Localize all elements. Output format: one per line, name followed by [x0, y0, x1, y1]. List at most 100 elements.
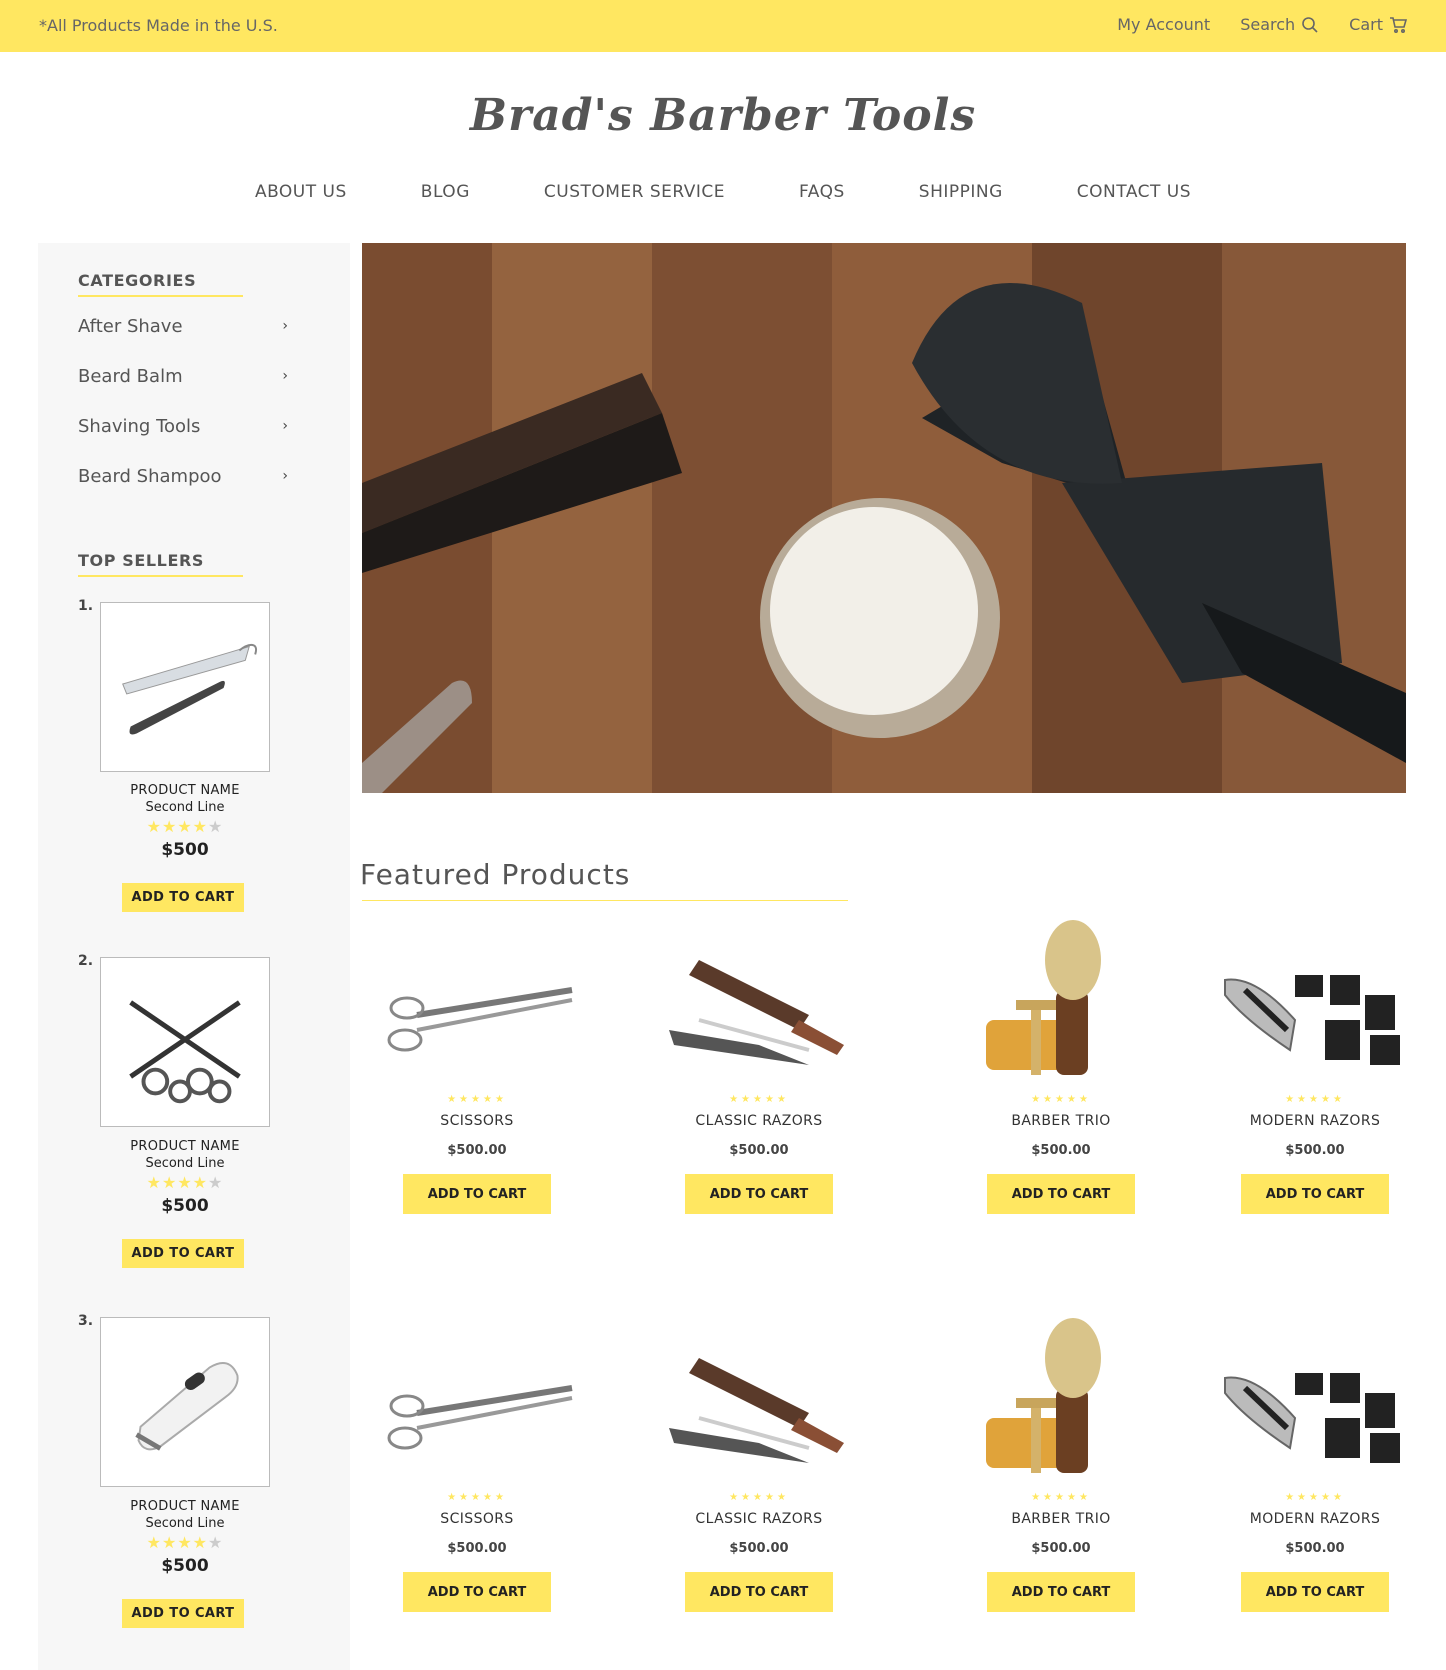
top-sellers-heading: TOP SELLERS: [78, 551, 205, 570]
search-link[interactable]: Search: [1240, 15, 1319, 34]
classic-razor-icon: [669, 960, 844, 1065]
product-rating: ★★★★★: [729, 1492, 789, 1503]
product-card[interactable]: ★★★★★ MODERN RAZORS $500.00 ADD TO CART: [1215, 920, 1415, 1214]
nav-shipping[interactable]: SHIPPING: [919, 182, 1003, 202]
category-label: Beard Shampoo: [78, 466, 222, 487]
product-image[interactable]: [1215, 920, 1415, 1090]
product-name: CLASSIC RAZORS: [695, 1511, 823, 1527]
seller-name: PRODUCT NAME: [130, 783, 240, 798]
seller-rank: 2.: [78, 953, 94, 969]
add-to-cart-button[interactable]: ADD TO CART: [685, 1572, 833, 1612]
add-to-cart-button[interactable]: ADD TO CART: [987, 1174, 1135, 1214]
category-beard-balm[interactable]: Beard Balm ›: [78, 366, 288, 387]
seller-add-to-cart-button[interactable]: ADD TO CART: [122, 883, 244, 912]
product-rating: ★★★★★: [447, 1094, 507, 1105]
product-price: $500.00: [729, 1541, 789, 1556]
product-card[interactable]: ★★★★★ MODERN RAZORS $500.00 ADD TO CART: [1215, 1318, 1415, 1612]
top-links: My Account Search Cart: [1117, 15, 1407, 34]
chevron-right-icon: ›: [282, 468, 288, 484]
product-image[interactable]: [377, 920, 577, 1090]
seller-rating: ★★★★★: [146, 817, 224, 836]
top-sellers-underline: [78, 575, 243, 577]
straight-razor-icon: [122, 644, 258, 735]
nav-faqs[interactable]: FAQS: [799, 182, 845, 202]
product-name: SCISSORS: [440, 1511, 514, 1527]
featured-underline: [362, 900, 848, 901]
product-price: $500.00: [729, 1143, 789, 1158]
clipper-set-icon: [1224, 1373, 1400, 1463]
product-image[interactable]: [961, 1318, 1161, 1488]
product-rating: ★★★★★: [1031, 1492, 1091, 1503]
add-to-cart-button[interactable]: ADD TO CART: [1241, 1174, 1389, 1214]
category-after-shave[interactable]: After Shave ›: [78, 316, 288, 337]
nav-contact-us[interactable]: CONTACT US: [1077, 182, 1191, 202]
seller-image[interactable]: [100, 1317, 270, 1487]
featured-title: Featured Products: [360, 858, 631, 891]
barber-trio-icon: [986, 1318, 1101, 1473]
seller-image[interactable]: [100, 957, 270, 1127]
main-nav: ABOUT US BLOG CUSTOMER SERVICE FAQS SHIP…: [0, 182, 1446, 202]
category-beard-shampoo[interactable]: Beard Shampoo ›: [78, 466, 288, 487]
seller-price: $500: [161, 1556, 209, 1576]
product-image[interactable]: [659, 920, 859, 1090]
hero-banner: [362, 243, 1406, 793]
add-to-cart-button[interactable]: ADD TO CART: [1241, 1572, 1389, 1612]
seller-image[interactable]: [100, 602, 270, 772]
add-to-cart-button[interactable]: ADD TO CART: [403, 1174, 551, 1214]
categories-underline: [78, 295, 243, 297]
seller-second-line: Second Line: [145, 1156, 225, 1171]
product-card[interactable]: ★★★★★ CLASSIC RAZORS $500.00 ADD TO CART: [659, 920, 859, 1214]
seller-add-to-cart-button[interactable]: ADD TO CART: [122, 1599, 244, 1628]
category-label: After Shave: [78, 316, 183, 337]
product-card[interactable]: ★★★★★ BARBER TRIO $500.00 ADD TO CART: [961, 1318, 1161, 1612]
made-in-us-note: *All Products Made in the U.S.: [39, 16, 278, 35]
clipper-set-icon: [1224, 975, 1400, 1065]
seller-price: $500: [161, 840, 209, 860]
category-label: Shaving Tools: [78, 416, 201, 437]
chevron-right-icon: ›: [282, 418, 288, 434]
chevron-right-icon: ›: [282, 318, 288, 334]
product-price: $500.00: [1285, 1143, 1345, 1158]
product-image[interactable]: [659, 1318, 859, 1488]
product-name: CLASSIC RAZORS: [695, 1113, 823, 1129]
seller-second-line: Second Line: [145, 1516, 225, 1531]
seller-rating: ★★★★★: [146, 1173, 224, 1192]
seller-add-to-cart-button[interactable]: ADD TO CART: [122, 1239, 244, 1268]
product-card[interactable]: ★★★★★ BARBER TRIO $500.00 ADD TO CART: [961, 920, 1161, 1214]
scissors-icon: [387, 987, 573, 1052]
electric-shaver-icon: [135, 1361, 239, 1451]
product-rating: ★★★★★: [1285, 1492, 1345, 1503]
add-to-cart-button[interactable]: ADD TO CART: [403, 1572, 551, 1612]
my-account-link[interactable]: My Account: [1117, 15, 1210, 34]
chevron-right-icon: ›: [282, 368, 288, 384]
product-rating: ★★★★★: [1031, 1094, 1091, 1105]
nav-blog[interactable]: BLOG: [421, 182, 470, 202]
product-rating: ★★★★★: [729, 1094, 789, 1105]
seller-rank: 3.: [78, 1313, 94, 1329]
category-shaving-tools[interactable]: Shaving Tools ›: [78, 416, 288, 437]
search-icon: [1302, 16, 1318, 33]
nav-customer-service[interactable]: CUSTOMER SERVICE: [544, 182, 725, 202]
product-price: $500.00: [447, 1541, 507, 1556]
add-to-cart-button[interactable]: ADD TO CART: [987, 1572, 1135, 1612]
product-name: SCISSORS: [440, 1113, 514, 1129]
search-label: Search: [1240, 15, 1296, 34]
product-price: $500.00: [1285, 1541, 1345, 1556]
product-card[interactable]: ★★★★★ SCISSORS $500.00 ADD TO CART: [377, 1318, 577, 1612]
product-card[interactable]: ★★★★★ SCISSORS $500.00 ADD TO CART: [377, 920, 577, 1214]
product-image[interactable]: [377, 1318, 577, 1488]
classic-razor-icon: [669, 1358, 844, 1463]
sidebar: CATEGORIES After Shave › Beard Balm › Shav…: [38, 243, 350, 1670]
site-logo[interactable]: Brad's Barber Tools: [0, 90, 1446, 141]
product-name: BARBER TRIO: [1011, 1113, 1111, 1129]
add-to-cart-button[interactable]: ADD TO CART: [685, 1174, 833, 1214]
product-image[interactable]: [961, 920, 1161, 1090]
scissors-icon: [387, 1385, 573, 1450]
product-image[interactable]: [1215, 1318, 1415, 1488]
cart-link[interactable]: Cart: [1349, 15, 1407, 34]
cart-icon: [1390, 16, 1407, 33]
nav-about-us[interactable]: ABOUT US: [255, 182, 347, 202]
product-card[interactable]: ★★★★★ CLASSIC RAZORS $500.00 ADD TO CART: [659, 1318, 859, 1612]
seller-name: PRODUCT NAME: [130, 1139, 240, 1154]
barber-trio-icon: [986, 920, 1101, 1075]
